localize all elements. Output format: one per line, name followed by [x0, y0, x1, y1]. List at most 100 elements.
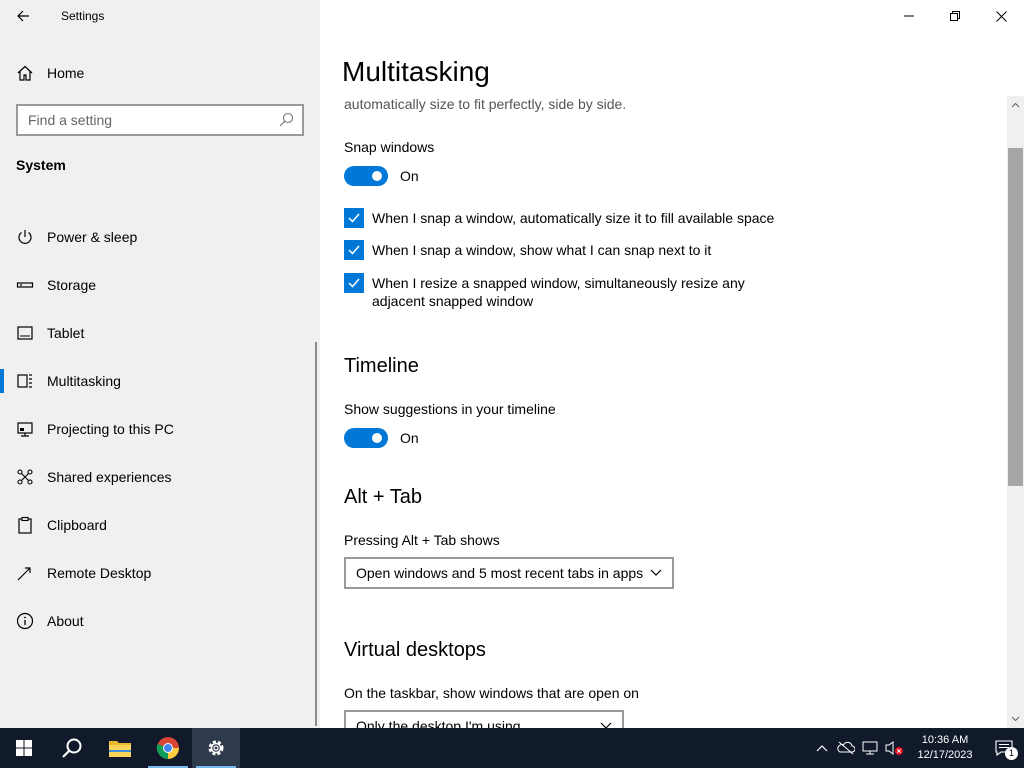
dropdown-value: Open windows and 5 most recent tabs in a… [356, 565, 644, 581]
sidebar-item-projecting[interactable]: Projecting to this PC [0, 405, 320, 453]
chevron-down-icon [650, 569, 662, 576]
alt-tab-heading: Alt + Tab [344, 486, 423, 508]
taskbar-search-button[interactable] [48, 728, 96, 768]
alt-tab-dropdown[interactable]: Open windows and 5 most recent tabs in a… [344, 557, 674, 589]
sidebar-item-label: Projecting to this PC [47, 421, 174, 437]
sidebar-item-label: Power & sleep [47, 229, 138, 245]
scroll-down-icon[interactable] [1007, 712, 1024, 726]
network-icon [862, 741, 878, 755]
tablet-icon [16, 324, 34, 342]
file-explorer-button[interactable] [96, 728, 144, 768]
search-icon[interactable] [278, 112, 294, 128]
toggle-knob [372, 171, 382, 181]
storage-icon [16, 276, 34, 294]
sidebar-nav: Power & sleep Storage Tablet Multitaskin… [0, 213, 320, 645]
home-label: Home [47, 65, 85, 81]
clock-date: 12/17/2023 [917, 749, 973, 761]
snap-option-autosize[interactable]: When I snap a window, automatically size… [344, 208, 784, 228]
chrome-button[interactable] [144, 728, 192, 768]
checkbox-label: When I snap a window, automatically size… [372, 210, 775, 226]
onedrive-button[interactable] [834, 728, 858, 768]
shared-experiences-icon [16, 468, 34, 486]
page-title: Multitasking [342, 56, 490, 87]
projecting-icon [16, 420, 34, 438]
start-button[interactable] [0, 728, 48, 768]
restore-icon [950, 11, 960, 21]
timeline-toggle[interactable] [344, 428, 388, 448]
notification-count-badge: 1 [1005, 747, 1018, 760]
action-center-button[interactable]: 1 [984, 728, 1024, 768]
toggle-knob [372, 433, 382, 443]
snap-description: automatically size to fit perfectly, sid… [344, 96, 627, 112]
sidebar-item-home[interactable]: Home [0, 56, 320, 90]
start-icon [16, 740, 32, 756]
file-explorer-icon [109, 741, 131, 757]
clock[interactable]: 10:36 AM 12/17/2023 [910, 733, 980, 763]
network-button[interactable] [858, 728, 882, 768]
dropdown-value: Only the desktop I'm using [356, 718, 521, 728]
chevron-up-icon [816, 745, 828, 752]
search-input[interactable] [28, 112, 278, 128]
sidebar-item-label: About [47, 613, 84, 629]
main-scrollbar[interactable] [1007, 96, 1024, 728]
main-content: Multitasking automatically size to fit p… [320, 0, 1024, 728]
timeline-heading: Timeline [344, 355, 419, 377]
checkbox[interactable] [344, 208, 364, 228]
timeline-label: Show suggestions in your timeline [344, 401, 556, 417]
info-icon [16, 612, 34, 630]
window-controls [886, 0, 1024, 32]
virtual-desktops-dropdown[interactable]: Only the desktop I'm using [344, 710, 624, 728]
checkmark-icon [348, 245, 360, 255]
sidebar-item-label: Tablet [47, 325, 85, 341]
sidebar-scrollbar[interactable] [315, 342, 317, 726]
close-button[interactable] [978, 0, 1024, 32]
restore-button[interactable] [932, 0, 978, 32]
minimize-icon [904, 15, 914, 17]
title-bar: Settings [0, 0, 320, 32]
sidebar-item-label: Remote Desktop [47, 565, 152, 581]
sidebar-item-about[interactable]: About [0, 597, 320, 645]
snap-windows-toggle[interactable] [344, 166, 388, 186]
virtual-desktops-heading: Virtual desktops [344, 639, 486, 661]
remote-desktop-icon [16, 564, 34, 582]
minimize-button[interactable] [886, 0, 932, 32]
snap-option-resize-adjacent[interactable]: When I resize a snapped window, simultan… [344, 273, 784, 310]
volume-button[interactable] [882, 728, 906, 768]
checkbox-label: When I resize a snapped window, simultan… [372, 275, 745, 309]
sidebar-item-label: Multitasking [47, 373, 121, 389]
snap-option-show-next[interactable]: When I snap a window, show what I can sn… [344, 240, 784, 260]
sidebar-item-power-sleep[interactable]: Power & sleep [0, 213, 320, 261]
toggle-state-label: On [400, 430, 419, 446]
toggle-state-label: On [400, 168, 419, 184]
show-hidden-icons-button[interactable] [810, 728, 834, 768]
snap-windows-label: Snap windows [344, 139, 435, 155]
home-icon [16, 64, 34, 82]
back-arrow-icon [17, 10, 29, 22]
scrollbar-thumb[interactable] [1008, 148, 1023, 486]
back-button[interactable] [0, 0, 46, 32]
sidebar-item-shared-experiences[interactable]: Shared experiences [0, 453, 320, 501]
sidebar-item-remote-desktop[interactable]: Remote Desktop [0, 549, 320, 597]
checkbox[interactable] [344, 240, 364, 260]
search-icon [62, 738, 82, 758]
sidebar-item-label: Shared experiences [47, 469, 172, 485]
scroll-up-icon[interactable] [1007, 98, 1024, 112]
settings-button[interactable] [192, 728, 240, 768]
alt-tab-label: Pressing Alt + Tab shows [344, 532, 500, 548]
clock-time: 10:36 AM [921, 734, 969, 746]
clipboard-icon [16, 516, 34, 534]
checkbox-label: When I snap a window, show what I can sn… [372, 242, 712, 258]
sidebar-item-storage[interactable]: Storage [0, 261, 320, 309]
system-tray: 10:36 AM 12/17/2023 1 [810, 728, 1024, 768]
timeline-toggle-row: On [344, 428, 419, 448]
sidebar-item-tablet[interactable]: Tablet [0, 309, 320, 357]
sidebar-item-clipboard[interactable]: Clipboard [0, 501, 320, 549]
taskbar: 10:36 AM 12/17/2023 1 [0, 728, 1024, 768]
close-icon [995, 10, 1007, 22]
search-box[interactable] [16, 104, 304, 136]
multitasking-icon [16, 372, 34, 390]
sidebar-item-multitasking[interactable]: Multitasking [0, 357, 320, 405]
virtual-desktops-label: On the taskbar, show windows that are op… [344, 685, 639, 701]
onedrive-offline-icon [837, 741, 855, 755]
checkbox[interactable] [344, 273, 364, 293]
